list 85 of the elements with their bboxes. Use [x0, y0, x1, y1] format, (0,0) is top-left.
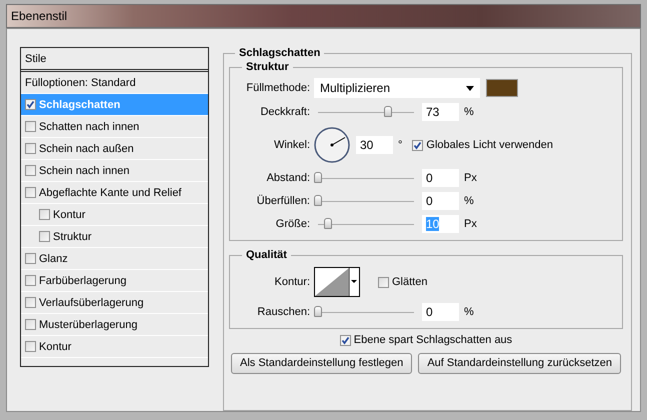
checkbox[interactable] [39, 209, 50, 220]
style-label: Schein nach außen [39, 142, 134, 154]
style-label: Schlagschatten [39, 98, 120, 110]
style-label: Farbüberlagerung [39, 274, 126, 286]
field-label: Größe: [274, 218, 310, 230]
value-text: 0 [426, 305, 433, 319]
window-title: Ebenenstil [11, 9, 68, 23]
checkbox[interactable] [25, 341, 36, 352]
style-list-item[interactable]: Verlaufsüberlagerung [21, 292, 208, 314]
value-field[interactable]: 0 [422, 169, 459, 187]
blend-mode-dropdown[interactable]: Multiplizieren [314, 78, 480, 98]
checkbox[interactable] [25, 297, 36, 308]
style-list-item[interactable]: Schein nach außen [21, 138, 208, 160]
value-field[interactable]: 0 [422, 192, 459, 210]
default-button[interactable]: Auf Standardeinstellung zurücksetzen [418, 352, 621, 374]
style-list-item[interactable]: Abgeflachte Kante und Relief [21, 182, 208, 204]
style-label: Kontur [39, 340, 72, 352]
checkbox[interactable] [412, 140, 424, 150]
checkbox[interactable] [25, 143, 36, 154]
style-label: Fülloptionen: Standard [25, 76, 136, 88]
style-label: Abgeflachte Kante und Relief [39, 186, 182, 198]
slider-thumb[interactable] [314, 194, 322, 206]
field-label: Füllmethode: [245, 82, 310, 94]
style-label: Verlaufsüberlagerung [39, 296, 144, 308]
unit-label: Px [464, 172, 477, 184]
style-label: Glanz [39, 252, 68, 264]
slider-thumb[interactable] [314, 172, 322, 182]
checkbox-label: Ebene spart Schlagschatten aus [354, 334, 512, 346]
caret-icon [349, 268, 358, 296]
value-field[interactable]: 0 [422, 303, 459, 321]
checkbox[interactable] [25, 187, 36, 198]
slider-thumb[interactable] [324, 218, 332, 228]
checkbox[interactable] [25, 319, 36, 330]
group-title: Qualität [245, 249, 288, 261]
value-text: 73 [426, 105, 440, 119]
checkbox[interactable] [25, 275, 36, 286]
default-button[interactable]: Als Standardeinstellung festlegen [231, 352, 412, 374]
style-label: Struktur [53, 230, 92, 242]
angle-dial[interactable] [314, 127, 350, 163]
value-field[interactable]: 30 [356, 136, 393, 154]
group-title: Struktur [245, 61, 290, 73]
style-list-item[interactable]: Kontur [21, 204, 208, 226]
checkbox-label: Globales Licht verwenden [426, 139, 553, 151]
field-label: Überfüllen: [256, 195, 310, 207]
value-text: 10 [426, 217, 440, 231]
style-list-item[interactable]: Glanz [21, 248, 208, 270]
checkbox[interactable] [340, 334, 351, 346]
checkbox[interactable] [378, 276, 389, 288]
checkbox[interactable] [25, 121, 36, 132]
style-list-item[interactable]: Kontur [21, 336, 208, 358]
list-header: Stile [21, 48, 208, 72]
checkbox-label: Glätten [392, 276, 428, 288]
value-field[interactable]: 73 [422, 103, 459, 121]
unit-label: % [464, 306, 474, 318]
unit-label: Px [464, 218, 477, 230]
style-list-item[interactable]: Musterüberlagerung [21, 314, 208, 336]
value-text: 0 [426, 194, 433, 208]
contour-picker[interactable] [314, 267, 360, 297]
checkbox[interactable] [39, 231, 50, 242]
field-label: Rauschen: [256, 306, 310, 318]
style-list-item[interactable]: Schatten nach innen [21, 116, 208, 138]
section-title: Schlagschatten [238, 47, 322, 59]
style-label: Schein nach innen [39, 164, 130, 176]
style-label: Kontur [53, 208, 86, 220]
color-swatch[interactable] [486, 79, 518, 97]
slider-thumb[interactable] [314, 306, 322, 316]
caret-icon [466, 86, 474, 90]
style-list-item[interactable]: Schein nach innen [21, 160, 208, 182]
field-label: Deckkraft: [259, 106, 310, 118]
style-list-item[interactable]: Farbüberlagerung [21, 270, 208, 292]
contour-preview-icon [315, 268, 349, 296]
style-label: Musterüberlagerung [39, 318, 138, 330]
field-label: Winkel: [272, 139, 310, 151]
checkbox[interactable] [25, 165, 36, 176]
style-list-item[interactable]: Struktur [21, 226, 208, 248]
field-label: Abstand: [266, 172, 310, 184]
field-label: Kontur: [274, 276, 310, 288]
slider-thumb[interactable] [384, 106, 392, 116]
checkbox[interactable] [25, 99, 36, 110]
style-label: Schatten nach innen [39, 120, 140, 132]
unit-label: ° [398, 139, 402, 151]
unit-label: % [464, 106, 474, 118]
unit-label: % [464, 195, 474, 207]
checkbox[interactable] [25, 253, 36, 264]
value-text: 0 [426, 171, 433, 185]
